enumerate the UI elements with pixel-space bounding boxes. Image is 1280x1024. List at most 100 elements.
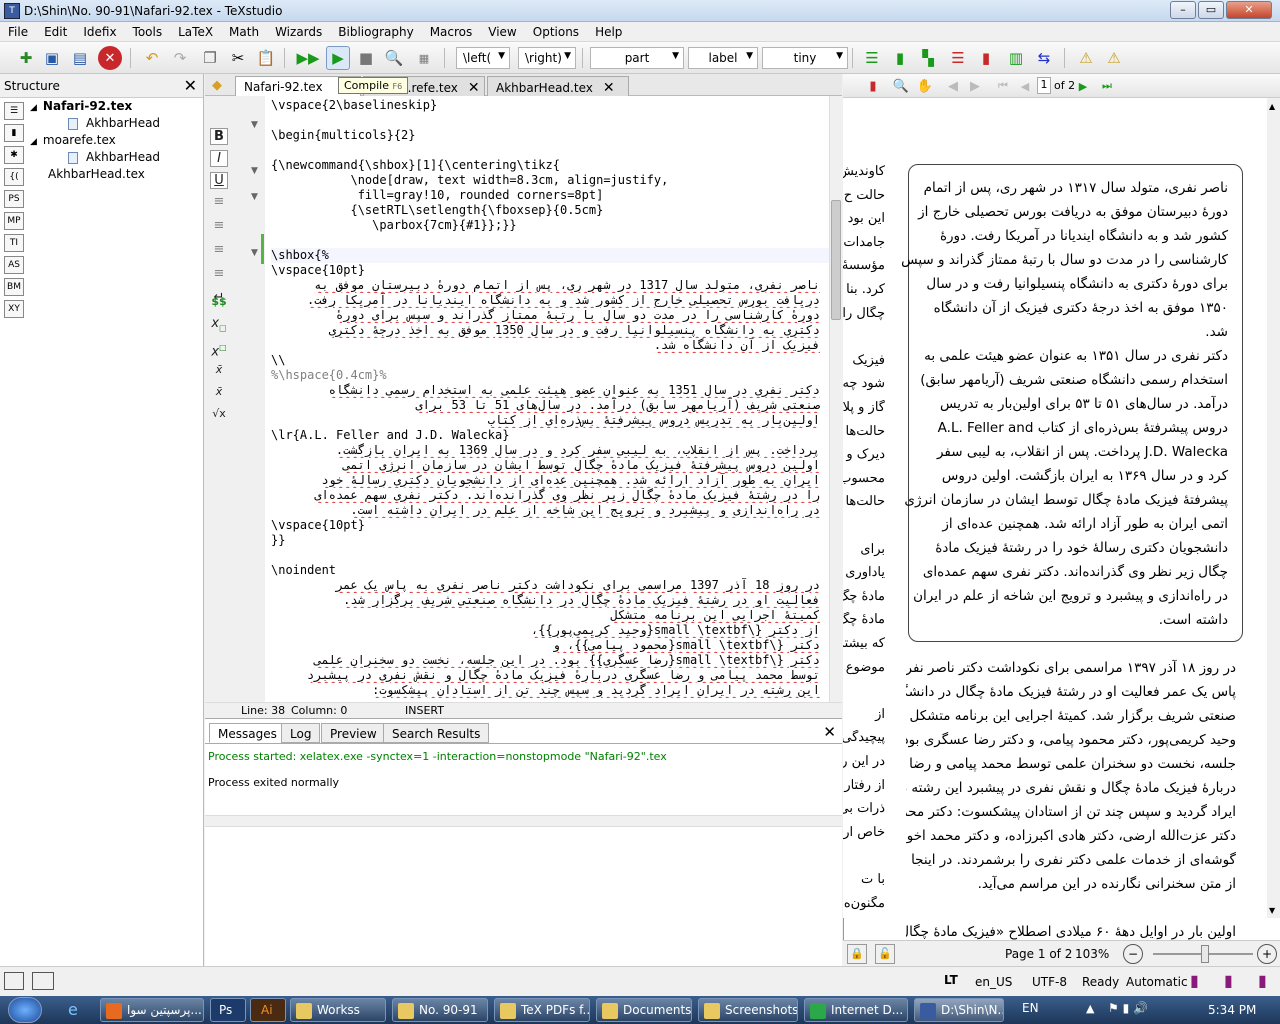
log-icon[interactable]: ▦ bbox=[412, 46, 436, 70]
fold-marker-icon[interactable]: ▼ bbox=[251, 248, 258, 258]
brackets-icon[interactable]: {( bbox=[4, 168, 24, 186]
zoom-in-icon[interactable]: + bbox=[1257, 944, 1277, 964]
status-mode[interactable]: Automatic bbox=[1126, 975, 1188, 989]
close-icon[interactable]: ✕ bbox=[468, 80, 480, 96]
align-right-icon[interactable]: ≡ bbox=[210, 242, 228, 259]
menu-macros[interactable]: Macros bbox=[422, 25, 481, 39]
menu-bibliography[interactable]: Bibliography bbox=[330, 25, 421, 39]
menu-help[interactable]: Help bbox=[587, 25, 630, 39]
scroll-up-icon[interactable]: ▲ bbox=[1269, 102, 1275, 111]
asymptote-button[interactable]: AS bbox=[4, 256, 24, 274]
back-icon[interactable]: ◀ bbox=[941, 74, 965, 98]
close-file-icon[interactable]: ✕ bbox=[98, 46, 122, 70]
build-view-icon[interactable]: ▶▶ bbox=[296, 46, 320, 70]
cut-icon[interactable]: ✂ bbox=[226, 46, 250, 70]
menu-wizards[interactable]: Wizards bbox=[267, 25, 330, 39]
minimize-button[interactable]: – bbox=[1170, 1, 1196, 19]
justify-icon[interactable]: ≡ bbox=[210, 266, 228, 283]
save-icon[interactable]: ▣ bbox=[40, 46, 64, 70]
sqrt-icon[interactable]: √x bbox=[210, 406, 228, 423]
start-button[interactable] bbox=[8, 997, 42, 1023]
tab-messages[interactable]: Messages bbox=[209, 723, 286, 743]
latex-icon[interactable]: LT bbox=[944, 973, 958, 987]
table-row-icon[interactable]: ☰ bbox=[860, 46, 884, 70]
italic-icon[interactable]: I bbox=[210, 150, 228, 167]
tree-item[interactable]: AkhbarHead bbox=[30, 149, 160, 166]
tab-log[interactable]: Log bbox=[281, 723, 321, 743]
tab-menu-icon[interactable]: ◆ bbox=[209, 76, 231, 96]
remove-row-icon[interactable]: ☰ bbox=[946, 46, 970, 70]
tree-item[interactable]: ◢ Nafari-92.tex bbox=[30, 98, 160, 115]
zoom-slider-handle[interactable] bbox=[1201, 945, 1209, 963]
reference-select[interactable]: label ▼ bbox=[688, 47, 758, 69]
merge-icon[interactable]: ⇆ bbox=[1032, 46, 1056, 70]
toggle-structure-icon[interactable] bbox=[4, 972, 24, 990]
taskbar-item[interactable]: No. 90-91 bbox=[392, 998, 488, 1022]
taskbar-item[interactable]: پرسپتین سوا... bbox=[100, 998, 204, 1022]
copy-icon[interactable]: ❐ bbox=[198, 46, 222, 70]
next-page-icon[interactable]: ▶ bbox=[1071, 74, 1095, 98]
close-window-button[interactable]: ✕ bbox=[1226, 1, 1272, 19]
view-pdf-icon[interactable]: 🔍 bbox=[382, 46, 406, 70]
pdf-scrollbar[interactable]: ▲ ▼ bbox=[1267, 98, 1280, 918]
input-language[interactable]: EN bbox=[1022, 1001, 1039, 1015]
right-delimiter-select[interactable]: \right) ▼ bbox=[518, 47, 576, 69]
taskbar-item[interactable]: TeX PDFs f... bbox=[494, 998, 590, 1022]
last-page-icon[interactable]: ⏭ bbox=[1095, 74, 1119, 98]
tab-akhbarhead[interactable]: AkhbarHead.tex ✕ bbox=[487, 76, 629, 96]
fraction-icon[interactable]: x̄ bbox=[210, 362, 228, 379]
messages-scrollbar[interactable] bbox=[205, 815, 842, 827]
page-input[interactable]: 1 bbox=[1037, 77, 1051, 94]
taskbar-item[interactable]: Screenshots bbox=[698, 998, 798, 1022]
menu-tools[interactable]: Tools bbox=[125, 25, 171, 39]
expand-arrow-icon[interactable]: ◢ bbox=[30, 137, 37, 147]
forward-icon[interactable]: ▶ bbox=[963, 74, 987, 98]
taskbar-item[interactable]: Ps bbox=[210, 998, 246, 1022]
tray-arrow-icon[interactable]: ▲ bbox=[1086, 1002, 1094, 1015]
xymatrix-button[interactable]: XY bbox=[4, 300, 24, 318]
dfrac-icon[interactable]: x̄ bbox=[210, 384, 228, 401]
beamer-button[interactable]: BM bbox=[4, 278, 24, 296]
expand-arrow-icon[interactable]: ◢ bbox=[30, 103, 37, 113]
compile-icon[interactable]: ▶ bbox=[326, 46, 350, 70]
zoom-level[interactable]: 103% bbox=[1075, 947, 1109, 961]
taskbar-item[interactable]: Ai bbox=[250, 998, 286, 1022]
menu-options[interactable]: Options bbox=[525, 25, 587, 39]
toggle-messages-icon[interactable] bbox=[32, 972, 54, 990]
menu-view[interactable]: View bbox=[480, 25, 524, 39]
taskbar-item[interactable]: Documents bbox=[596, 998, 692, 1022]
stop-icon[interactable]: ■ bbox=[354, 46, 378, 70]
sectioning-select[interactable]: part ▼ bbox=[590, 47, 684, 69]
close-icon[interactable]: ✕ bbox=[823, 723, 836, 741]
fold-marker-icon[interactable]: ▼ bbox=[251, 166, 258, 176]
pstricks-icon[interactable]: PS bbox=[4, 190, 24, 208]
superscript-icon[interactable]: x□ bbox=[210, 340, 228, 359]
size-select[interactable]: tiny ▼ bbox=[762, 47, 848, 69]
taskbar-item-active[interactable]: D:\Shin\N... bbox=[914, 998, 1004, 1022]
sync-icon[interactable]: ▮ bbox=[861, 74, 885, 98]
close-icon[interactable]: ✕ bbox=[184, 76, 197, 95]
bold-icon[interactable]: B bbox=[210, 128, 228, 145]
lock-icon[interactable]: 🔒 bbox=[847, 944, 867, 964]
tray-icons[interactable]: ⚑ ▮ 🔊 bbox=[1108, 1001, 1148, 1015]
encoding-select[interactable]: UTF-8 bbox=[1032, 975, 1067, 989]
tree-item[interactable]: AkhbarHead bbox=[30, 115, 160, 132]
first-page-icon[interactable]: ⏮ bbox=[991, 74, 1015, 98]
display-math-icon[interactable]: $$ bbox=[210, 294, 228, 311]
underline-icon[interactable]: U bbox=[210, 172, 228, 189]
clock[interactable]: 5:34 PM bbox=[1208, 1003, 1256, 1017]
bookmark-icon[interactable]: ▮ bbox=[1258, 971, 1267, 990]
subscript-icon[interactable]: x□ bbox=[210, 316, 228, 333]
tikz-button[interactable]: TI bbox=[4, 234, 24, 252]
fold-marker-icon[interactable]: ▼ bbox=[251, 192, 258, 202]
scroll-down-icon[interactable]: ▼ bbox=[1269, 906, 1275, 915]
menu-math[interactable]: Math bbox=[221, 25, 267, 39]
warning-icon[interactable]: ⚠ bbox=[1074, 46, 1098, 70]
structure-view-icon[interactable]: ☰ bbox=[4, 102, 24, 120]
scrollbar-thumb[interactable] bbox=[831, 200, 841, 320]
zoom-icon[interactable]: 🔍 bbox=[889, 74, 913, 98]
close-icon[interactable]: ✕ bbox=[603, 80, 615, 96]
bookmark-icon[interactable]: ▮ bbox=[1190, 971, 1199, 990]
menu-idefix[interactable]: Idefix bbox=[75, 25, 124, 39]
taskbar-item[interactable]: Workss bbox=[290, 998, 386, 1022]
